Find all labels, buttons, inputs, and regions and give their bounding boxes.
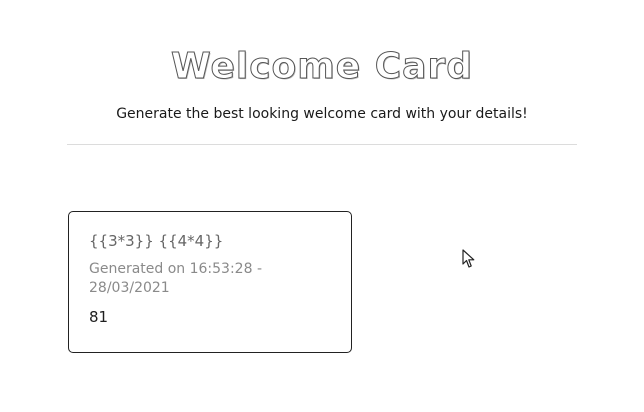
page-subtitle: Generate the best looking welcome card w… [116, 106, 528, 122]
card-generated-text: Generated on 16:53:28 - 28/03/2021 [89, 261, 262, 296]
card-value: 81 [89, 308, 109, 326]
page: Welcome Card Generate the best looking w… [0, 0, 644, 412]
page-title: Welcome Card [171, 46, 473, 88]
card-heading: {{3*3}} {{4*4}} [89, 232, 224, 250]
divider [67, 144, 577, 145]
mouse-pointer-icon [462, 249, 475, 268]
welcome-card: {{3*3}} {{4*4}} Generated on 16:53:28 - … [68, 211, 352, 353]
